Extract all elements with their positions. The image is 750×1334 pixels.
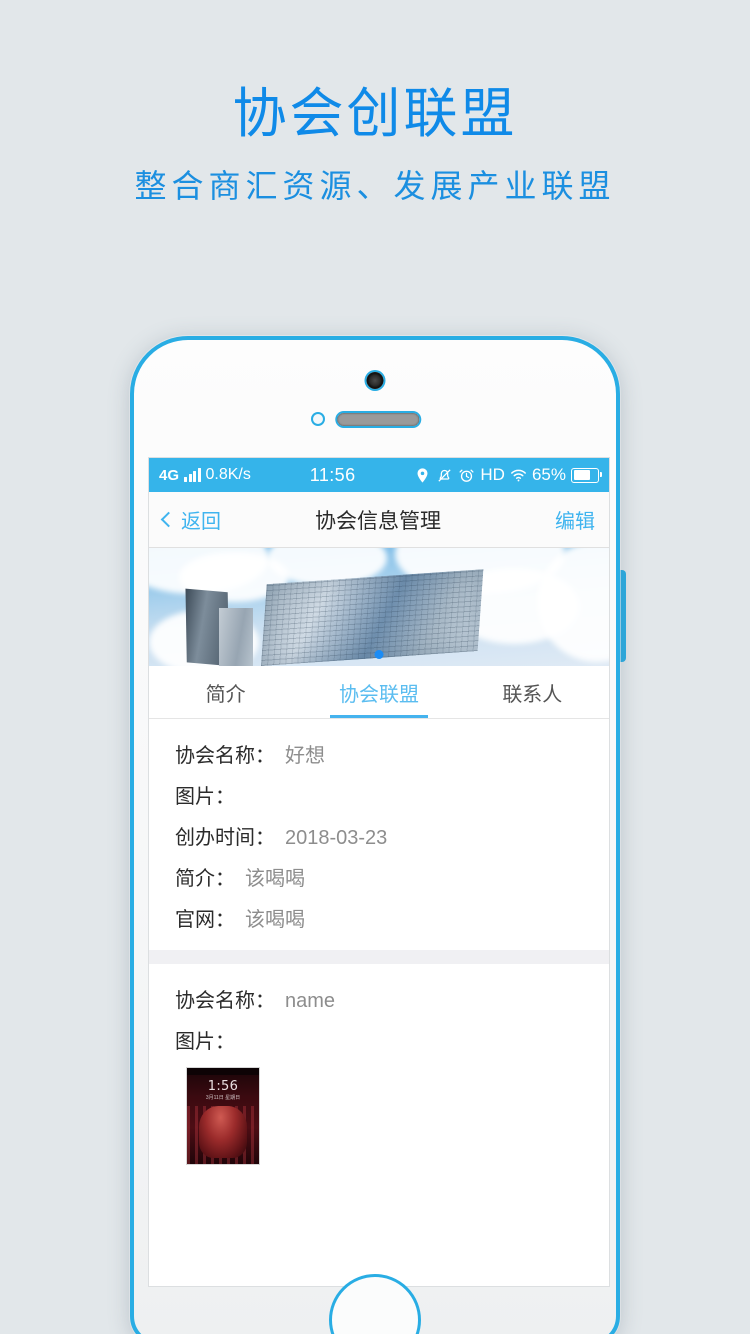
- field-label: 协会名称：: [175, 990, 275, 1012]
- thumbnail-statusbar: [187, 1068, 259, 1075]
- field-row: 协会名称： 好想: [149, 733, 609, 774]
- field-value: 该喝喝: [245, 909, 305, 931]
- field-value: 该喝喝: [245, 868, 305, 890]
- tab-alliance[interactable]: 协会联盟: [302, 666, 455, 718]
- proximity-sensor-icon: [313, 414, 323, 424]
- image-thumbnail[interactable]: 1:56 3月11日 星期日: [187, 1068, 259, 1164]
- field-row: 协会名称： name: [149, 978, 609, 1019]
- record-item: 协会名称： 好想 图片： 创办时间： 2018-03-23 简介： 该喝喝 官网…: [149, 719, 609, 950]
- network-type-label: 4G: [159, 466, 180, 484]
- thumbnail-time: 1:56: [207, 1079, 239, 1094]
- back-button[interactable]: 返回: [160, 505, 221, 534]
- phone-top-hardware: [134, 358, 616, 454]
- promo-subtitle: 整合商汇资源、发展产业联盟: [134, 168, 616, 204]
- field-label: 协会名称：: [175, 745, 275, 767]
- tab-intro[interactable]: 简介: [149, 666, 302, 718]
- status-bar-clock: 11:56: [309, 464, 356, 485]
- field-row: 图片：: [149, 774, 609, 815]
- battery-percent-label: 65%: [531, 465, 566, 484]
- building-shape: [219, 608, 253, 666]
- tab-contacts[interactable]: 联系人: [456, 666, 609, 718]
- location-pin-icon: [414, 467, 431, 484]
- field-row: 官网： 该喝喝: [149, 897, 609, 938]
- promo-title: 协会创联盟: [232, 84, 518, 144]
- wifi-icon: [510, 467, 527, 484]
- battery-icon: [571, 467, 603, 483]
- tab-bar: 简介 协会联盟 联系人: [149, 666, 609, 719]
- record-item: 协会名称： name 图片： 1:56 3月11日 星期日: [149, 964, 609, 1180]
- hd-label: HD: [480, 465, 505, 484]
- signal-bars-icon: [184, 468, 201, 482]
- status-bar-left: 4G 0.8K/s: [159, 466, 251, 484]
- banner-carousel[interactable]: [149, 548, 609, 666]
- field-label: 图片：: [175, 786, 235, 808]
- promo-header: 协会创联盟 整合商汇资源、发展产业联盟: [0, 0, 750, 206]
- network-speed-label: 0.8K/s: [205, 466, 251, 483]
- field-label: 图片：: [175, 1031, 235, 1053]
- field-value: 好想: [285, 745, 325, 767]
- edit-button[interactable]: 编辑: [535, 505, 595, 534]
- building-shape: [261, 569, 484, 666]
- field-value: name: [285, 990, 336, 1012]
- page-title: 协会信息管理: [315, 509, 441, 533]
- field-label: 简介：: [175, 868, 235, 890]
- chevron-left-icon: [160, 511, 177, 528]
- camera-icon: [366, 372, 384, 389]
- thumbnail-date: 3月11日 星期日: [205, 1095, 241, 1101]
- field-row: 创办时间： 2018-03-23: [149, 815, 609, 856]
- bell-muted-icon: [436, 467, 453, 484]
- field-row: 简介： 该喝喝: [149, 856, 609, 897]
- carousel-dot[interactable]: [374, 650, 384, 659]
- nav-bar: 返回 协会信息管理 编辑: [149, 492, 609, 548]
- section-separator: [149, 950, 609, 964]
- thumbnail-figure: [199, 1106, 247, 1158]
- status-bar-right: HD 65%: [414, 465, 603, 485]
- alarm-clock-icon: [458, 467, 475, 484]
- field-value: 2018-03-23: [285, 827, 388, 849]
- speaker-grille-icon: [337, 413, 420, 426]
- thumbnail-wrapper: 1:56 3月11日 星期日: [149, 1060, 609, 1168]
- field-label: 官网：: [175, 909, 235, 931]
- status-bar: 4G 0.8K/s 11:56 HD 65%: [149, 458, 609, 492]
- back-button-label: 返回: [181, 511, 221, 533]
- field-label: 创办时间：: [175, 827, 275, 849]
- phone-mockup: 4G 0.8K/s 11:56 HD 65% 返回 协会信息管理 编辑 简介 协…: [130, 336, 620, 1334]
- phone-screen: 4G 0.8K/s 11:56 HD 65% 返回 协会信息管理 编辑 简介 协…: [149, 458, 609, 1286]
- field-row: 图片：: [149, 1019, 609, 1060]
